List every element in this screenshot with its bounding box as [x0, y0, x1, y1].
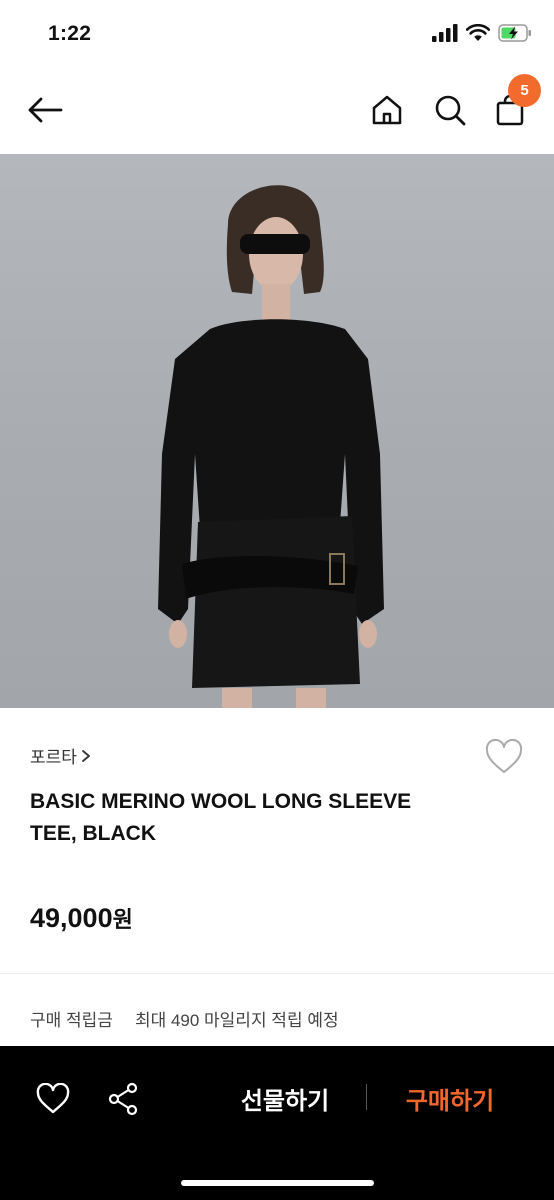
model-photo [158, 185, 384, 708]
share-button[interactable] [100, 1076, 146, 1122]
product-price: 49,000원 [30, 902, 133, 934]
battery-charging-icon [498, 24, 531, 42]
heart-icon [36, 1083, 70, 1114]
points-row: 구매 적립금 최대 490 마일리지 적립 예정 [30, 1006, 339, 1031]
product-image[interactable] [0, 154, 554, 708]
back-arrow-icon [28, 97, 63, 123]
wifi-icon [466, 24, 490, 41]
points-label: 구매 적립금 [30, 1011, 113, 1030]
status-bar: 1:22 [0, 0, 554, 66]
bottom-action-bar: 선물하기 구매하기 [0, 1046, 554, 1200]
status-time: 1:22 [48, 22, 92, 45]
cart-count-badge: 5 [508, 74, 541, 107]
status-icons [432, 24, 532, 42]
signal-icon [432, 24, 458, 42]
search-button[interactable] [428, 88, 472, 132]
brand-name: 포르타 [30, 748, 77, 767]
product-title: BASIC MERINO WOOL LONG SLEEVE TEE, BLACK [30, 790, 412, 845]
price-value: 49,000 [30, 903, 113, 933]
button-separator [366, 1084, 367, 1110]
nav-bar [0, 66, 554, 154]
brand-link[interactable]: 포르타 [30, 743, 91, 768]
home-indicator [181, 1180, 374, 1186]
chevron-right-icon [82, 749, 90, 762]
like-button[interactable] [30, 1076, 76, 1122]
heart-outline-icon [485, 738, 523, 773]
search-icon [435, 95, 466, 126]
points-value: 최대 490 마일리지 적립 예정 [134, 1011, 339, 1030]
share-icon [108, 1082, 138, 1116]
buy-button[interactable]: 구매하기 [380, 1066, 520, 1130]
back-button[interactable] [23, 88, 67, 132]
gift-button[interactable]: 선물하기 [210, 1066, 360, 1130]
home-icon [372, 95, 402, 125]
divider [0, 973, 554, 974]
price-unit: 원 [112, 907, 133, 932]
home-button[interactable] [365, 88, 409, 132]
wishlist-button[interactable] [484, 738, 524, 776]
